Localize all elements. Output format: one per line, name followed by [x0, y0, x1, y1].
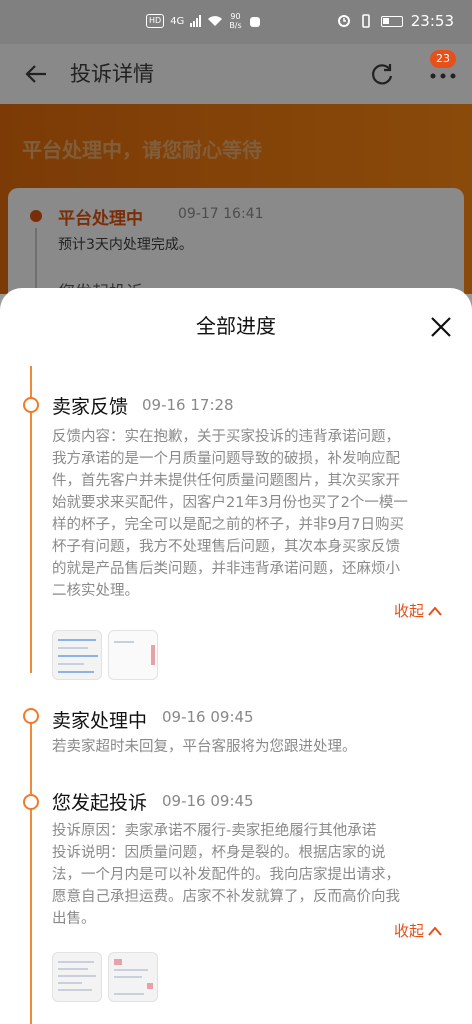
back-icon[interactable] — [22, 60, 50, 88]
banner-title: 平台处理中，请您耐心等待 — [22, 138, 262, 162]
event-content: 反馈内容：实在抱歉，关于买家投诉的违背承诺问题， 我方承诺的是一个月质量问题导致… — [52, 429, 408, 599]
battery-icon — [380, 15, 403, 27]
attachment-image[interactable] — [108, 952, 158, 1002]
attachment-image[interactable] — [52, 630, 102, 680]
progress-sheet: 全部进度 卖家反馈 09-16 17:28 反馈内容：实在抱歉，关于买家投诉的违… — [0, 288, 472, 1024]
event-content: 投诉原因：卖家承诺不履行-卖家拒绝履行其他承诺 投诉说明：因质量问题，杯身是裂的… — [52, 823, 400, 927]
clock: 23:53 — [410, 12, 454, 30]
event-time: 09-16 09:45 — [162, 708, 254, 726]
chevron-up-icon — [428, 925, 442, 936]
hd-indicator: HD — [146, 14, 165, 28]
attachment-image[interactable] — [52, 952, 102, 1002]
app-header: 投诉详情 23 — [0, 44, 472, 104]
status-card-time: 09-17 16:41 — [178, 206, 264, 222]
wifi-icon — [208, 16, 223, 26]
status-bar: HD 4G 90 B/s 23:53 — [0, 0, 472, 44]
close-icon[interactable] — [428, 314, 454, 340]
status-dot — [30, 210, 42, 222]
net-speed: 90 B/s — [229, 12, 242, 30]
timeline-dot — [23, 397, 39, 413]
alarm-icon — [337, 15, 350, 27]
timeline-dot — [23, 708, 39, 724]
event-content: 若卖家超时未回复，平台客服将为您跟进处理。 — [52, 739, 357, 755]
status-banner: 平台处理中，请您耐心等待 平台处理中 09-17 16:41 预计3天内处理完成… — [0, 104, 472, 318]
event-time: 09-16 17:28 — [142, 396, 234, 414]
event-title: 您发起投诉 — [52, 792, 148, 814]
chevron-up-icon — [428, 605, 442, 616]
status-card-desc: 预计3天内处理完成。 — [58, 237, 193, 253]
refresh-icon[interactable] — [368, 60, 396, 88]
timeline-dot — [23, 794, 39, 810]
message-badge: 23 — [430, 50, 456, 68]
vibrate-icon — [361, 14, 370, 28]
event-title: 卖家处理中 — [52, 710, 148, 732]
page-title: 投诉详情 — [70, 62, 154, 86]
sheet-title: 全部进度 — [196, 314, 276, 338]
attachment-image[interactable] — [108, 630, 158, 680]
network-type: 4G — [170, 15, 185, 27]
event-time: 09-16 09:45 — [162, 792, 254, 810]
collapse-button[interactable]: 收起 — [394, 920, 442, 941]
status-card-title: 平台处理中 — [58, 209, 143, 229]
signal-icon — [190, 15, 202, 27]
event-title: 卖家反馈 — [52, 396, 129, 418]
hand-icon — [249, 17, 260, 27]
collapse-button[interactable]: 收起 — [394, 600, 442, 621]
